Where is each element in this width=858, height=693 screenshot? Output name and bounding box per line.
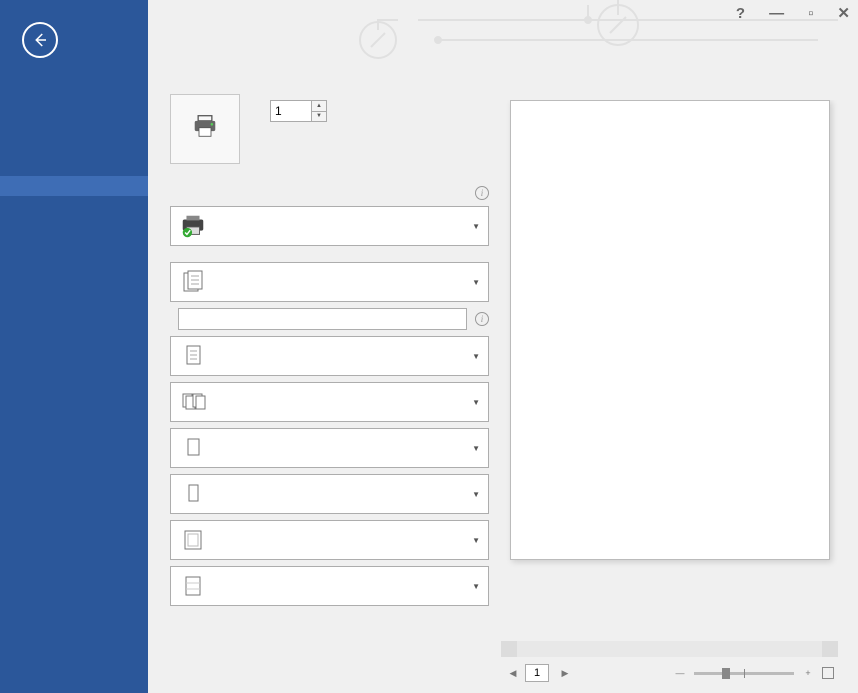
print-button[interactable] (170, 94, 240, 164)
maximize-button[interactable]: ▫ (808, 5, 813, 22)
copies-spinner[interactable]: ▲ ▼ (270, 100, 327, 122)
minimize-button[interactable]: — (769, 5, 784, 22)
duplex-dropdown[interactable]: ▼ (170, 336, 489, 376)
chevron-down-icon: ▼ (470, 536, 482, 545)
print-range-dropdown[interactable]: ▼ (170, 262, 489, 302)
back-button[interactable] (22, 22, 58, 58)
sidebar-item-print[interactable] (0, 176, 148, 196)
chevron-down-icon: ▼ (470, 352, 482, 361)
sidebar-item-saveas[interactable] (0, 156, 148, 176)
portrait-icon (179, 435, 207, 461)
info-icon[interactable]: i (475, 186, 489, 200)
close-button[interactable]: ✕ (837, 4, 850, 22)
sidebar-item-share[interactable] (0, 196, 148, 216)
zoom-out-button[interactable]: — (672, 665, 688, 681)
chevron-down-icon: ▼ (470, 278, 482, 287)
zoom-slider[interactable] (694, 672, 794, 675)
sidebar-item-options[interactable] (0, 312, 148, 332)
paper-icon (179, 481, 207, 507)
orientation-dropdown[interactable]: ▼ (170, 428, 489, 468)
sidebar-item-new[interactable] (0, 96, 148, 116)
preview-pane: ◀ ▶ — + (493, 30, 858, 693)
preview-canvas (501, 100, 838, 635)
sidebar-item-save[interactable] (0, 136, 148, 156)
app-root: ? — ▫ ✕ (0, 0, 858, 693)
printer-icon (191, 114, 219, 138)
chevron-down-icon: ▼ (470, 490, 482, 499)
status-bar: ◀ ▶ — + (501, 661, 838, 685)
page-preview (510, 100, 830, 560)
sidebar-item-account[interactable] (0, 292, 148, 312)
window-controls: ? — ▫ ✕ (736, 4, 850, 22)
current-page-input[interactable] (525, 664, 549, 682)
pages-per-sheet-dropdown[interactable]: ▼ (170, 566, 489, 606)
arrow-left-icon (31, 31, 49, 49)
spinner-up-icon[interactable]: ▲ (312, 101, 326, 112)
pages-all-icon (179, 269, 207, 295)
titlebar: ? — ▫ ✕ (148, 0, 858, 30)
one-per-sheet-icon (179, 573, 207, 599)
backstage-sidebar (0, 0, 148, 693)
zoom-in-button[interactable]: + (800, 665, 816, 681)
main-pane: ? — ▫ ✕ (148, 0, 858, 693)
prev-page-button[interactable]: ◀ (505, 665, 521, 681)
collate-icon (179, 389, 207, 415)
copies-input[interactable] (271, 101, 311, 121)
chevron-down-icon: ▼ (470, 444, 482, 453)
printer-dropdown[interactable]: ▼ (170, 206, 489, 246)
printer-device-icon (179, 213, 207, 239)
chevron-down-icon: ▼ (470, 222, 482, 231)
sidebar-item-close[interactable] (0, 236, 148, 256)
page-single-icon (179, 343, 207, 369)
help-button[interactable]: ? (736, 5, 745, 22)
chevron-down-icon: ▼ (470, 398, 482, 407)
paper-size-dropdown[interactable]: ▼ (170, 474, 489, 514)
sidebar-item-open[interactable] (0, 116, 148, 136)
pages-input[interactable] (178, 308, 467, 330)
chevron-down-icon: ▼ (470, 582, 482, 591)
sidebar-item-export[interactable] (0, 216, 148, 236)
collate-dropdown[interactable]: ▼ (170, 382, 489, 422)
sidebar-item-info[interactable] (0, 76, 148, 96)
print-settings-pane: ▲ ▼ i (148, 30, 493, 693)
spinner-down-icon[interactable]: ▼ (312, 112, 326, 122)
settings-scroll[interactable]: i (170, 182, 493, 693)
horizontal-scrollbar[interactable] (501, 641, 838, 657)
margins-dropdown[interactable]: ▼ (170, 520, 489, 560)
fit-to-window-button[interactable] (822, 667, 834, 679)
info-icon[interactable]: i (475, 312, 489, 326)
next-page-button[interactable]: ▶ (557, 665, 573, 681)
margins-icon (179, 527, 207, 553)
